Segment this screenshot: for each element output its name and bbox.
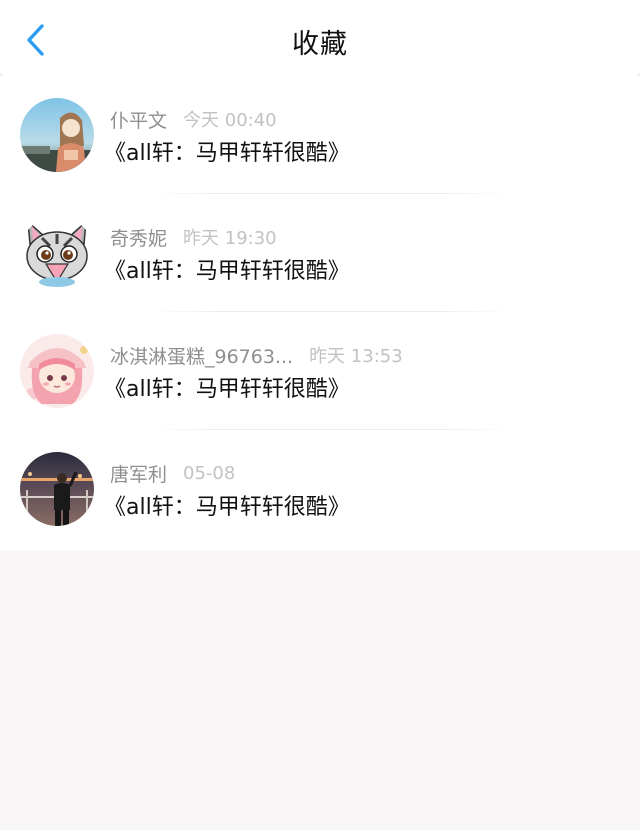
timestamp: 05-08 [183, 462, 236, 484]
favorite-title: 《all轩：马甲轩轩很酷》 [104, 377, 350, 402]
pink-chibi-girl-avatar[interactable] [20, 334, 94, 408]
item-meta: 冰淇淋蛋糕_96763... 昨天 13:53 [110, 342, 403, 368]
user-name: 奇秀妮 [110, 227, 168, 250]
page-title: 收藏 [292, 29, 348, 60]
man-night-photo-avatar[interactable] [20, 452, 94, 526]
favorite-item[interactable]: 唐军利 05-08 《all轩：马甲轩轩很酷》 [0, 430, 640, 548]
item-meta: 仆平文 今天 00:40 [110, 106, 277, 132]
favorites-list: 仆平文 今天 00:40 《all轩：马甲轩轩很酷》 奇秀妮 昨天 19:30 … [0, 76, 640, 550]
anime-girl-avatar[interactable] [20, 98, 94, 172]
favorite-item[interactable]: 仆平文 今天 00:40 《all轩：马甲轩轩很酷》 [0, 76, 640, 194]
cartoon-cat-avatar[interactable] [20, 216, 94, 290]
favorite-title: 《all轩：马甲轩轩很酷》 [104, 495, 350, 520]
favorite-item[interactable]: 冰淇淋蛋糕_96763... 昨天 13:53 《all轩：马甲轩轩很酷》 [0, 312, 640, 430]
item-meta: 唐军利 05-08 [110, 460, 235, 486]
item-meta: 奇秀妮 昨天 19:30 [110, 224, 277, 250]
favorite-item[interactable]: 奇秀妮 昨天 19:30 《all轩：马甲轩轩很酷》 [0, 194, 640, 312]
empty-area [0, 550, 640, 830]
user-name: 唐军利 [110, 463, 168, 486]
nav-header: 收藏 [0, 0, 640, 76]
user-name: 仆平文 [110, 109, 168, 132]
favorite-title: 《all轩：马甲轩轩很酷》 [104, 259, 350, 284]
user-name: 冰淇淋蛋糕_96763... [110, 345, 294, 368]
timestamp: 昨天 13:53 [309, 346, 403, 367]
timestamp: 昨天 19:30 [183, 228, 277, 249]
timestamp: 今天 00:40 [183, 110, 277, 131]
favorite-title: 《all轩：马甲轩轩很酷》 [104, 141, 350, 166]
